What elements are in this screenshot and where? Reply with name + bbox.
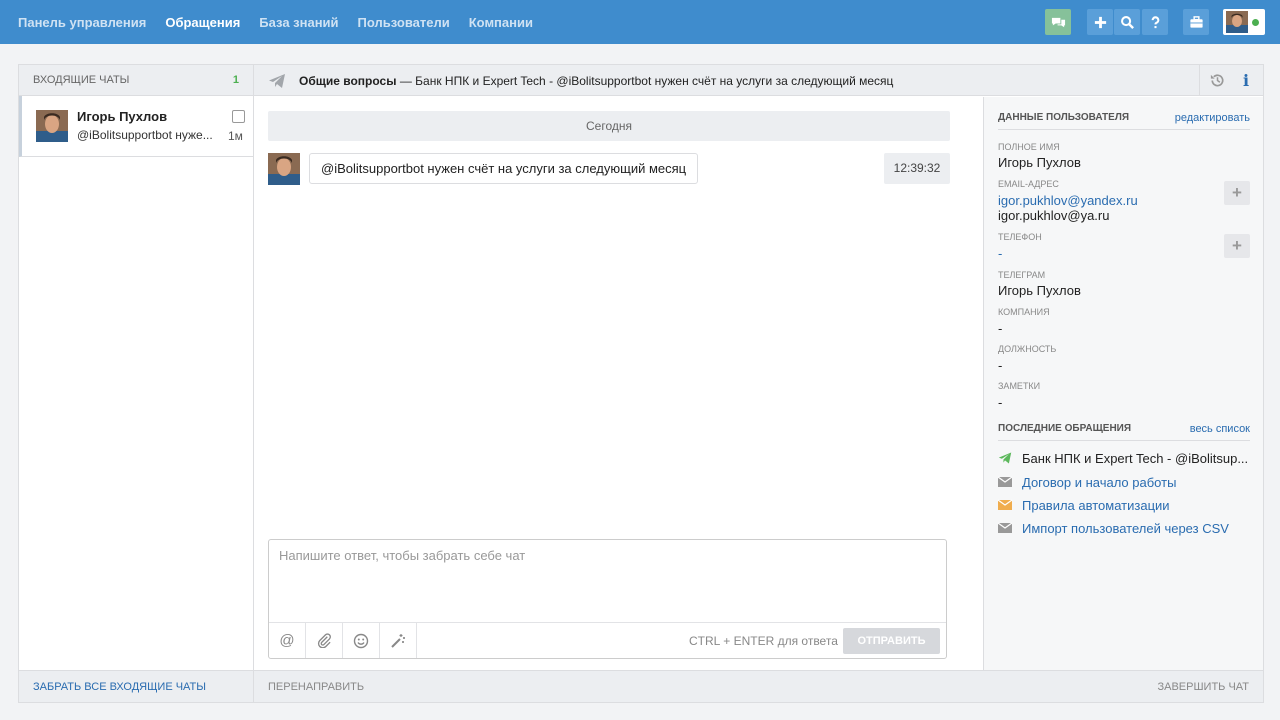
conversation-footer: ПЕРЕНАПРАВИТЬ ЗАВЕРШИТЬ ЧАТ [254,670,1263,702]
nav-companies[interactable]: Компании [469,15,533,30]
telegram-value: Игорь Пухлов [998,283,1081,298]
recent-request-label: Импорт пользователей через CSV [1022,520,1229,536]
recent-request-item[interactable]: Правила автоматизации [998,496,1170,514]
notes-label: ЗАМЕТКИ [998,381,1041,391]
recent-request-item[interactable]: Банк НПК и Expert Tech - @iBolitsup... [998,449,1248,467]
nav-dashboard[interactable]: Панель управления [18,15,146,30]
user-data-title: ДАННЫЕ ПОЛЬЗОВАТЕЛЯ [998,112,1130,123]
email-label: EMAIL-АДРЕС [998,179,1059,189]
user-menu-button[interactable] [1223,9,1265,35]
top-navbar: Панель управления Обращения База знаний … [0,0,1280,44]
nav-knowledge-base[interactable]: База знаний [259,15,338,30]
phone-value: - [998,246,1003,261]
inbox-header: ВХОДЯЩИЕ ЧАТЫ 1 [19,65,253,96]
add-button[interactable] [1087,9,1113,35]
user-data-section-header: ДАННЫЕ ПОЛЬЗОВАТЕЛЯ редактировать [998,112,1250,130]
all-requests-link[interactable]: весь список [1190,423,1250,435]
user-details-panel: ДАННЫЕ ПОЛЬЗОВАТЕЛЯ редактировать ПОЛНОЕ… [983,97,1263,670]
help-button[interactable] [1142,9,1168,35]
mail-icon [998,522,1012,533]
question-icon [1151,15,1159,28]
inbox-title: ВХОДЯЩИЕ ЧАТЫ [33,74,130,86]
chat-bubbles-icon [1051,17,1065,27]
inbox-count: 1 [232,74,239,86]
edit-user-link[interactable]: редактировать [1175,112,1250,124]
add-phone-button[interactable]: + [1224,234,1250,258]
company-value: - [998,321,1003,336]
add-email-button[interactable]: + [1224,181,1250,205]
email-primary[interactable]: igor.pukhlov@yandex.ru [998,193,1138,208]
conversation-area: Сегодня @iBolitsupportbot нужен счёт на … [254,97,983,670]
message-avatar [268,153,300,185]
mail-icon [998,499,1012,510]
position-label: ДОЛЖНОСТЬ [998,344,1057,354]
email-secondary: igor.pukhlov@ya.ru [998,208,1110,223]
magic-wand-icon[interactable] [380,623,417,658]
telegram-label: ТЕЛЕГРАМ [998,270,1046,280]
full-name-value: Игорь Пухлов [998,155,1081,170]
online-status-dot [1252,19,1259,26]
chat-select-checkbox[interactable] [232,110,245,123]
briefcase-icon [1189,15,1203,28]
plus-icon [1094,16,1106,28]
info-icon[interactable]: i [1237,71,1255,90]
finish-chat-button[interactable]: ЗАВЕРШИТЬ ЧАТ [1157,681,1249,693]
chat-name: Игорь Пухлов [77,109,168,124]
send-hint: CTRL + ENTER для ответа [689,634,838,648]
recent-requests-title: ПОСЛЕДНИЕ ОБРАЩЕНИЯ [998,423,1132,434]
chats-button[interactable] [1045,9,1071,35]
nav-requests[interactable]: Обращения [165,15,240,30]
mail-icon [998,476,1012,487]
take-all-chats-button[interactable]: ЗАБРАТЬ ВСЕ ВХОДЯЩИЕ ЧАТЫ [19,670,253,702]
title-dash: — [399,74,412,88]
telegram-icon [998,452,1012,464]
nav-users[interactable]: Пользователи [358,15,450,30]
workspace: ВХОДЯЩИЕ ЧАТЫ 1 Игорь Пухлов @iBolitsupp… [18,64,1264,703]
search-button[interactable] [1114,9,1140,35]
full-name-label: ПОЛНОЕ ИМЯ [998,142,1060,152]
conversation-header: Общие вопросы — Банк НПК и Expert Tech -… [254,65,1263,96]
chat-list-item[interactable]: Игорь Пухлов @iBolitsupportbot нуже... 1… [19,96,253,157]
redirect-button[interactable]: ПЕРЕНАПРАВИТЬ [268,681,364,693]
reply-box[interactable]: Напишите ответ, чтобы забрать себе чат @… [268,539,947,659]
reply-placeholder: Напишите ответ, чтобы забрать себе чат [279,548,526,563]
header-divider [1199,65,1200,96]
chat-time: 1м [228,129,243,143]
chat-avatar [36,110,68,142]
avatar [1226,11,1248,33]
send-button[interactable]: ОТПРАВИТЬ [843,628,940,654]
message-bubble: @iBolitsupportbot нужен счёт на услуги з… [309,153,699,184]
notes-value: - [998,395,1003,410]
recent-request-item[interactable]: Договор и начало работы [998,473,1176,491]
emoji-icon[interactable] [343,623,380,658]
recent-request-label: Правила автоматизации [1022,497,1170,513]
conversation-subject: Банк НПК и Expert Tech - @iBolitsupportb… [415,74,894,88]
chat-preview: @iBolitsupportbot нуже... [77,128,213,142]
conversation-title: Общие вопросы — Банк НПК и Expert Tech -… [299,74,893,88]
company-label: КОМПАНИЯ [998,307,1050,317]
briefcase-button[interactable] [1183,9,1209,35]
search-icon [1120,15,1134,29]
recent-request-label: Договор и начало работы [1022,474,1177,490]
main-nav: Панель управления Обращения База знаний … [18,0,533,44]
telegram-icon [269,74,285,88]
position-value: - [998,358,1003,373]
day-separator: Сегодня [268,111,950,141]
phone-label: ТЕЛЕФОН [998,232,1042,242]
history-icon[interactable] [1209,72,1226,89]
message-time: 12:39:32 [884,153,950,184]
recent-requests-header: ПОСЛЕДНИЕ ОБРАЩЕНИЯ весь список [998,423,1250,441]
mention-icon[interactable]: @ [269,623,306,658]
recent-request-label: Банк НПК и Expert Tech - @iBolitsup... [1022,450,1249,466]
inbox-panel: ВХОДЯЩИЕ ЧАТЫ 1 Игорь Пухлов @iBolitsupp… [19,65,254,702]
reply-toolbar: @ CTRL + ENTER для ответа ОТПРАВИТЬ [269,622,946,658]
recent-request-item[interactable]: Импорт пользователей через CSV [998,519,1229,537]
conversation-topic: Общие вопросы [299,74,397,88]
attach-icon[interactable] [306,623,343,658]
